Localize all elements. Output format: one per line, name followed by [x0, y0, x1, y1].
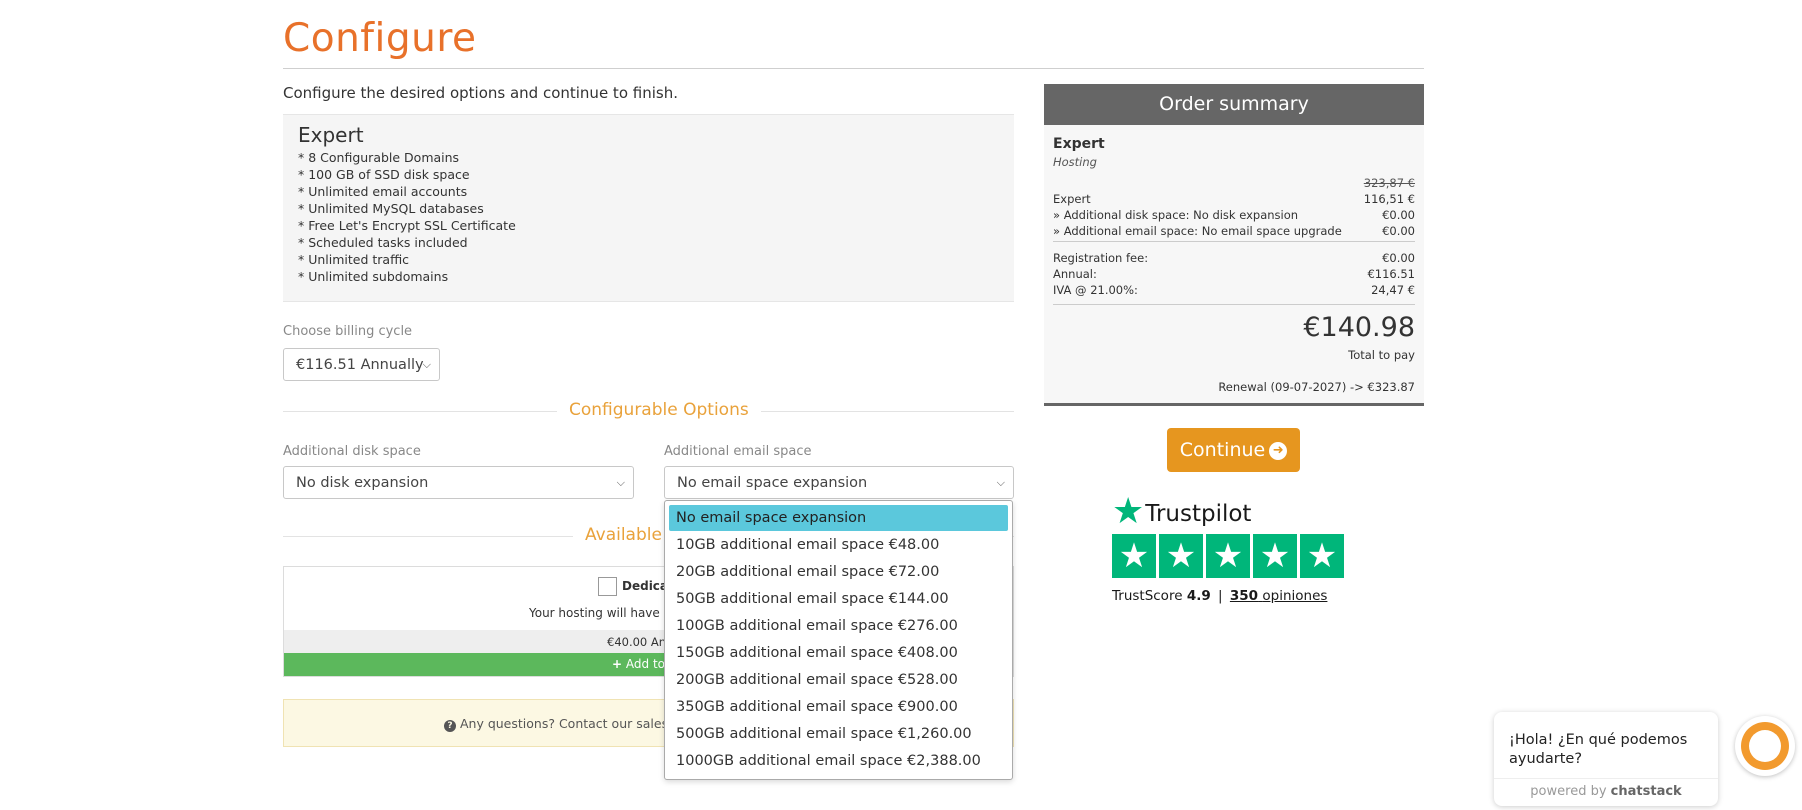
- disk-space-label: Additional disk space: [283, 444, 421, 459]
- chat-ring-center: [1749, 730, 1781, 762]
- chat-greeting-text: ¡Hola! ¿En qué podemos ayudarte?: [1509, 732, 1688, 767]
- product-info-box: Expert * 8 Configurable Domains * 100 GB…: [283, 114, 1014, 302]
- trustpilot-star-icon: ★: [1112, 491, 1145, 532]
- dropdown-option[interactable]: 1000GB additional email space €2,388.00: [669, 748, 1008, 774]
- summary-line: » Additional disk space: No disk expansi…: [1053, 208, 1415, 222]
- dropdown-option[interactable]: 100GB additional email space €276.00: [669, 613, 1008, 639]
- trustscore-label: TrustScore: [1112, 588, 1183, 604]
- chevron-down-icon: ⌵: [422, 358, 431, 371]
- email-space-label: Additional email space: [664, 444, 812, 459]
- trustpilot-stars: ★ ★ ★ ★ ★: [1112, 534, 1344, 578]
- feature-item: * 8 Configurable Domains: [298, 150, 460, 165]
- dropdown-option[interactable]: 50GB additional email space €144.00: [669, 586, 1008, 612]
- help-text: ? Any questions? Contact our sales dep: [444, 716, 696, 732]
- summary-product-group: Hosting: [1053, 155, 1097, 169]
- trustscore-value: 4.9: [1186, 588, 1211, 604]
- chat-launcher-button[interactable]: [1735, 716, 1795, 776]
- trustscore-line: TrustScore 4.9 | 350 opiniones: [1112, 588, 1327, 604]
- trustpilot-logo[interactable]: ★Trustpilot: [1112, 494, 1251, 530]
- feature-item: * Unlimited traffic: [298, 252, 410, 267]
- summary-total-label: Total to pay: [1348, 348, 1415, 362]
- continue-button[interactable]: Continue ➜: [1167, 428, 1300, 472]
- email-space-select[interactable]: No email space expansion ⌵: [664, 466, 1014, 499]
- addon-checkbox[interactable]: [598, 577, 617, 596]
- feature-item: * Unlimited MySQL databases: [298, 201, 484, 216]
- disk-space-select[interactable]: No disk expansion ⌵: [283, 466, 634, 499]
- chatstack-brand: chatstack: [1610, 784, 1682, 799]
- dropdown-option[interactable]: 150GB additional email space €408.00: [669, 640, 1008, 666]
- dropdown-option[interactable]: 500GB additional email space €1,260.00: [669, 721, 1008, 747]
- summary-line: Expert 116,51 €: [1053, 192, 1415, 206]
- intro-text: Configure the desired options and contin…: [283, 84, 678, 102]
- summary-total-line: Registration fee: €0.00: [1053, 251, 1415, 265]
- chat-greeting-bubble[interactable]: ¡Hola! ¿En qué podemos ayudarte? powered…: [1494, 712, 1718, 806]
- addon-add-label: + Add to: [612, 657, 665, 671]
- email-space-value: No email space expansion: [677, 475, 868, 491]
- summary-divider: [1053, 241, 1415, 242]
- disk-space-value: No disk expansion: [296, 475, 429, 491]
- product-name: Expert: [298, 123, 364, 147]
- summary-renewal: Renewal (09-07-2027) -> €323.87: [1218, 380, 1415, 394]
- feature-item: * Free Let's Encrypt SSL Certificate: [298, 218, 516, 233]
- reviews-count: 350: [1229, 588, 1259, 604]
- chat-divider: [1494, 778, 1718, 779]
- summary-total-line: Annual: €116.51: [1053, 267, 1415, 281]
- title-divider: [283, 68, 1424, 69]
- star-icon: ★: [1206, 534, 1250, 578]
- billing-cycle-value: €116.51 Annually: [296, 357, 424, 373]
- chevron-down-icon: ⌵: [996, 476, 1005, 489]
- arrow-right-circle-icon: ➜: [1269, 441, 1288, 460]
- chat-powered-by: powered by chatstack: [1530, 784, 1682, 799]
- feature-item: * Scheduled tasks included: [298, 235, 468, 250]
- summary-grand-total-row: €140.98: [1053, 312, 1415, 348]
- order-summary-heading: Order summary: [1044, 84, 1424, 125]
- chevron-down-icon: ⌵: [616, 476, 625, 489]
- summary-product-name: Expert: [1053, 136, 1105, 152]
- page-title: Configure: [283, 16, 477, 61]
- star-icon: ★: [1253, 534, 1297, 578]
- billing-cycle-label: Choose billing cycle: [283, 324, 413, 339]
- feature-item: * Unlimited email accounts: [298, 184, 468, 199]
- star-icon: ★: [1300, 534, 1344, 578]
- product-features: * 8 Configurable Domains * 100 GB of SSD…: [298, 149, 516, 285]
- addon-description: Your hosting will have a d: [529, 606, 683, 620]
- configurable-options-heading: Configurable Options: [557, 400, 761, 420]
- dropdown-option[interactable]: 350GB additional email space €900.00: [669, 694, 1008, 720]
- trustpilot-reviews-link[interactable]: 350 opiniones: [1230, 588, 1328, 604]
- question-circle-icon: ?: [444, 720, 456, 732]
- summary-divider: [1053, 304, 1415, 305]
- order-summary: Order summary Expert Hosting 323,87 € Ex…: [1044, 84, 1424, 406]
- continue-label: Continue: [1179, 439, 1266, 461]
- email-space-dropdown[interactable]: No email space expansion 10GB additional…: [664, 500, 1013, 780]
- feature-item: * Unlimited subdomains: [298, 269, 449, 284]
- reviews-label: opiniones: [1262, 588, 1328, 604]
- star-icon: ★: [1159, 534, 1203, 578]
- summary-old-price: 323,87 €: [1363, 176, 1415, 190]
- star-icon: ★: [1112, 534, 1156, 578]
- summary-total-line: IVA @ 21.00%: 24,47 €: [1053, 283, 1415, 297]
- plus-icon: +: [612, 657, 623, 671]
- dropdown-option[interactable]: 200GB additional email space €528.00: [669, 667, 1008, 693]
- billing-cycle-select[interactable]: €116.51 Annually ⌵: [283, 348, 440, 381]
- dropdown-option[interactable]: No email space expansion: [669, 505, 1008, 531]
- summary-grand-total: €140.98: [1303, 312, 1415, 343]
- feature-item: * 100 GB of SSD disk space: [298, 167, 470, 182]
- summary-line: » Additional email space: No email space…: [1053, 224, 1415, 238]
- dropdown-option[interactable]: 10GB additional email space €48.00: [669, 532, 1008, 558]
- dropdown-option[interactable]: 20GB additional email space €72.00: [669, 559, 1008, 585]
- trustpilot-brand: Trustpilot: [1145, 501, 1252, 527]
- trustscore-separator: |: [1218, 588, 1223, 604]
